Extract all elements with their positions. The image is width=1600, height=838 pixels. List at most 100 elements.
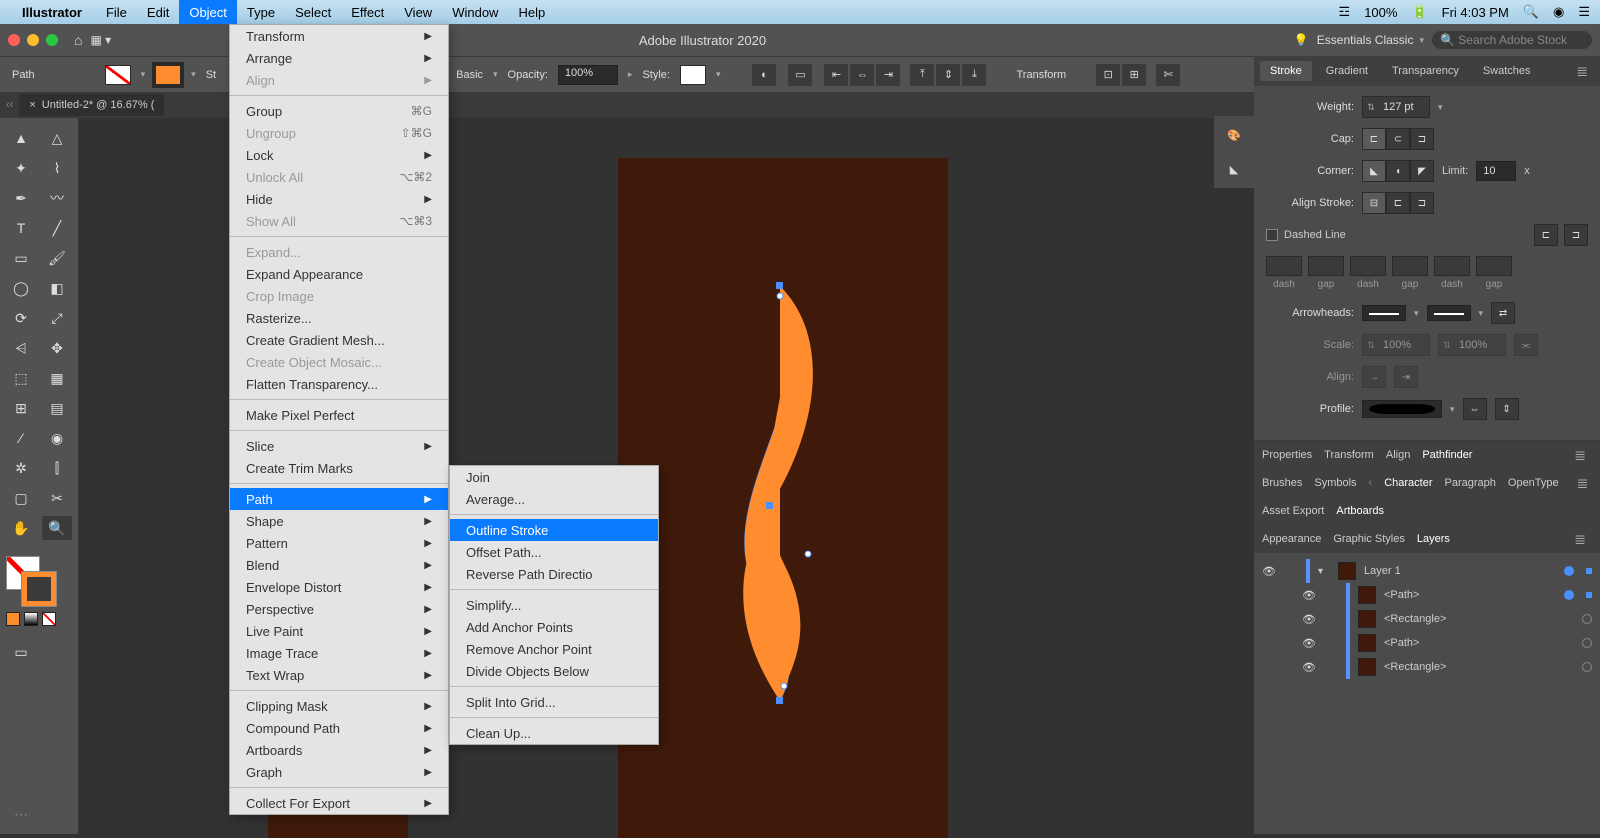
shaper-tool[interactable]: ◯ [6,276,36,300]
align-top-icon[interactable]: ⤒ [910,64,934,86]
menu-item[interactable]: Lock▶ [230,144,448,166]
menu-type[interactable]: Type [237,0,285,24]
siri-icon[interactable]: ◉ [1553,4,1564,20]
visibility-icon[interactable]: 👁 [1302,589,1316,602]
tab-layers[interactable]: Layers [1417,533,1450,545]
tab-swatches[interactable]: Swatches [1473,61,1541,81]
menu-help[interactable]: Help [508,0,555,24]
menu-item[interactable]: Average... [450,488,658,510]
menu-item[interactable]: Create Trim Marks [230,457,448,479]
shape-builder-tool[interactable]: ⬚ [6,366,36,390]
menu-item[interactable]: Clean Up... [450,722,658,744]
style-swatch[interactable] [680,65,706,85]
rotate-tool[interactable]: ⟳ [6,306,36,330]
menu-item[interactable]: Compound Path▶ [230,717,448,739]
close-window[interactable] [8,34,20,46]
opacity-input[interactable]: 100% [558,65,618,85]
target-icon[interactable] [1582,614,1592,624]
tab-gradient[interactable]: Gradient [1316,61,1378,81]
tab-scroll-left[interactable]: ‹‹ [6,99,13,111]
align-right-icon[interactable]: ⇥ [876,64,900,86]
tab-symbols[interactable]: Symbols [1314,477,1356,489]
arrow-scale-2[interactable] [1455,339,1505,351]
menu-item[interactable]: Collect For Export▶ [230,792,448,814]
menu-item[interactable]: Split Into Grid... [450,691,658,713]
type-tool[interactable]: T [6,216,36,240]
tab-properties[interactable]: Properties [1262,449,1312,461]
menu-item[interactable]: Add Anchor Points [450,616,658,638]
flip-along-icon[interactable]: ⇔ [1463,398,1487,420]
panel-menu-icon-2[interactable]: ≣ [1568,447,1592,464]
cap-projecting[interactable]: ⊐ [1410,128,1434,150]
panel-menu-icon-4[interactable]: ≣ [1568,531,1592,548]
gradient-mode-icon[interactable] [24,612,38,626]
corner-bevel[interactable]: ◤ [1410,160,1434,182]
menu-window[interactable]: Window [442,0,508,24]
align-stroke-inside[interactable]: ⊏ [1386,192,1410,214]
tab-graphic-styles[interactable]: Graphic Styles [1333,533,1405,545]
scale-tool[interactable]: ⤢ [42,306,72,330]
menu-item[interactable]: Perspective▶ [230,598,448,620]
layer-row[interactable]: 👁 ▾ Layer 1 [1254,559,1600,583]
workspace-switcher[interactable]: Essentials Classic▾ [1317,33,1424,47]
color-guide-icon[interactable]: ◣ [1221,156,1247,182]
menu-view[interactable]: View [394,0,442,24]
weight-dropdown[interactable]: ▾ [1438,102,1443,113]
stock-search[interactable]: 🔍 Search Adobe Stock [1432,31,1592,49]
rectangle-tool[interactable]: ▭ [6,246,36,270]
curvature-tool[interactable]: 〰 [42,186,72,210]
gpu-icon[interactable]: 💡 [1294,33,1309,47]
dash-3[interactable] [1434,256,1470,276]
line-tool[interactable]: ╱ [42,216,72,240]
menu-item[interactable]: Align▶ [230,69,448,91]
paintbrush-tool[interactable]: 🖌 [42,246,72,270]
gap-3[interactable] [1476,256,1512,276]
gradient-tool[interactable]: ▤ [42,396,72,420]
perspective-tool[interactable]: ▦ [42,366,72,390]
expand-layer-icon[interactable]: ▾ [1318,566,1330,577]
align-vcenter-icon[interactable]: ⇕ [936,64,960,86]
dash-align-2[interactable]: ⊐ [1564,224,1588,246]
item-name[interactable]: <Rectangle> [1384,661,1574,673]
dashed-checkbox[interactable] [1266,229,1278,241]
target-icon[interactable] [1564,590,1574,600]
menu-edit[interactable]: Edit [137,0,179,24]
panel-menu-icon[interactable]: ≣ [1570,63,1594,80]
tab-character[interactable]: Character [1384,477,1432,489]
menu-item[interactable]: Group⌘G [230,100,448,122]
align-stroke-outside[interactable]: ⊐ [1410,192,1434,214]
arrow-align-2[interactable]: ⇥ [1394,366,1418,388]
selection-tool[interactable]: ▲ [6,126,36,150]
menu-item[interactable]: Simplify... [450,594,658,616]
align-bottom-icon[interactable]: ⤓ [962,64,986,86]
tab-transparency[interactable]: Transparency [1382,61,1469,81]
menu-item[interactable]: Flatten Transparency... [230,373,448,395]
corner-miter[interactable]: ◣ [1362,160,1386,182]
zoom-window[interactable] [46,34,58,46]
hand-tool[interactable]: ✋ [6,516,36,540]
arrow-start[interactable] [1362,305,1406,321]
arrow-align-1[interactable]: → [1362,366,1386,388]
menu-item[interactable]: Text Wrap▶ [230,664,448,686]
layer-item[interactable]: 👁 <Rectangle> [1254,607,1600,631]
color-mode-icon[interactable] [6,612,20,626]
tab-transform[interactable]: Transform [1324,449,1374,461]
item-name[interactable]: <Rectangle> [1384,613,1574,625]
edit-icon[interactable]: ⊞ [1122,64,1146,86]
tab-brushes[interactable]: Brushes [1262,477,1302,489]
direct-selection-tool[interactable]: △ [42,126,72,150]
stroke-swatch[interactable] [155,65,181,85]
menu-item[interactable]: Ungroup⇧⌘G [230,122,448,144]
recolor-icon[interactable]: ◐ [752,64,776,86]
menu-item[interactable]: Rasterize... [230,307,448,329]
layer-item[interactable]: 👁 <Path> [1254,583,1600,607]
menu-item[interactable]: Hide▶ [230,188,448,210]
wifi-icon[interactable]: ☲ [1339,4,1351,20]
color-panel-icon[interactable]: 🎨 [1221,122,1247,148]
screen-mode-icon[interactable]: ▭ [6,640,36,664]
search-icon[interactable]: 🔍 [1523,4,1539,20]
menu-item[interactable]: Outline Stroke [450,519,658,541]
tab-appearance[interactable]: Appearance [1262,533,1321,545]
mesh-tool[interactable]: ⊞ [6,396,36,420]
menu-item[interactable]: Pattern▶ [230,532,448,554]
